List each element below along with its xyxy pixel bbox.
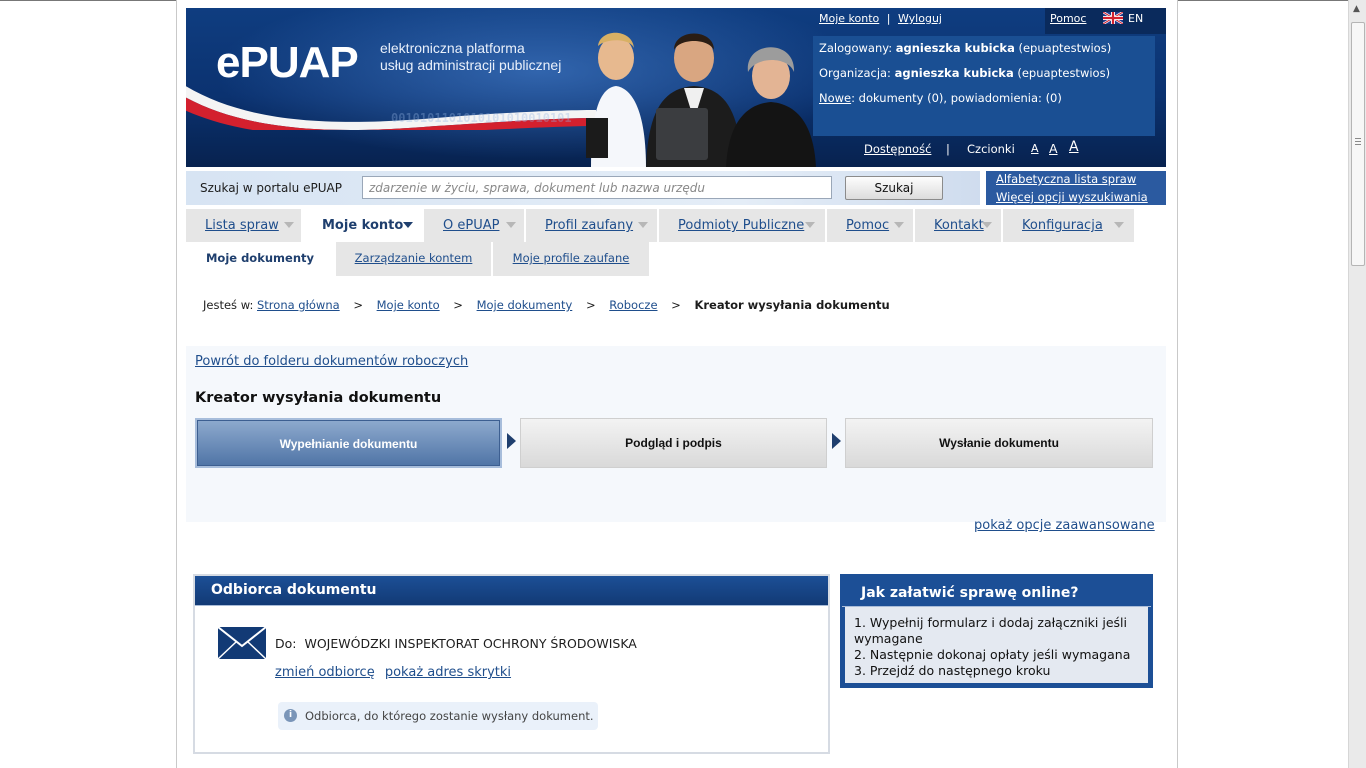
logout-link[interactable]: Wyloguj [898, 12, 942, 25]
recipient-panel: Odbiorca dokumentu Do: WOJEWÓDZKI INSPEK… [193, 574, 830, 754]
new-items-line: Nowe: dokumenty (0), powiadomienia: (0) [819, 91, 1062, 105]
list-item: 3. Przejdź do następnego kroku [854, 663, 1051, 678]
list-item: 2. Następnie dokonaj opłaty jeśli wymaga… [854, 647, 1131, 662]
search-input[interactable] [362, 176, 832, 199]
font-size-large[interactable]: A [1069, 139, 1079, 155]
search-bar: Szukaj w portalu ePUAP Szukaj [186, 171, 980, 205]
subtab-moje-dokumenty[interactable]: Moje dokumenty [186, 242, 336, 276]
breadcrumb-home[interactable]: Strona główna [257, 298, 340, 312]
help-language-box: Pomoc EN [1045, 8, 1166, 34]
logged-user-line: Zalogowany: agnieszka kubicka (epuaptest… [819, 41, 1112, 55]
change-recipient-link[interactable]: zmień odbiorcę [275, 665, 375, 680]
step-preview-sign[interactable]: Podgląd i podpis [520, 418, 827, 468]
font-size-medium[interactable]: A [1049, 141, 1058, 156]
howto-steps: 1. Wypełnij formularz i dodaj załączniki… [854, 615, 1140, 679]
user-panel: Moje konto | Wyloguj Pomoc EN Zalogowany… [813, 8, 1166, 167]
search-label: Szukaj w portalu ePUAP [200, 181, 342, 195]
scrollbar-thumb[interactable] [1351, 22, 1365, 266]
more-search-options-link[interactable]: Więcej opcji wyszukiwania [996, 190, 1148, 204]
recipient-name: WOJEWÓDZKI INSPEKTORAT OCHRONY ŚRODOWISK… [304, 636, 637, 651]
dropdown-arrow-icon [982, 222, 992, 228]
organization-name: agnieszka kubicka [894, 66, 1014, 80]
account-links: Moje konto | Wyloguj [819, 12, 942, 25]
tab-konfiguracja[interactable]: Konfiguracja [1003, 209, 1134, 242]
binary-decoration: 0010101101010101010010101 [391, 111, 572, 125]
recipient-hint: i Odbiorca, do którego zostanie wysłany … [278, 702, 598, 730]
dropdown-arrow-icon [805, 222, 815, 228]
dropdown-arrow-icon [1114, 222, 1124, 228]
search-links: Alfabetyczna lista spraw Więcej opcji wy… [986, 171, 1166, 205]
dropdown-arrow-icon [894, 222, 904, 228]
step-fill-document[interactable]: Wypełnianie dokumentu [195, 418, 502, 468]
breadcrumb-my-account[interactable]: Moje konto [377, 298, 440, 312]
tab-lista-spraw[interactable]: Lista spraw [186, 209, 303, 242]
my-account-link[interactable]: Moje konto [819, 12, 879, 25]
dropdown-arrow-icon [284, 222, 294, 228]
tab-podmioty-publiczne[interactable]: Podmioty Publiczne [659, 209, 827, 242]
tab-profil-zaufany[interactable]: Profil zaufany [526, 209, 659, 242]
people-photo [586, 32, 816, 167]
breadcrumb-current: Kreator wysyłania dokumentu [694, 298, 890, 312]
step-send-document[interactable]: Wysłanie dokumentu [845, 418, 1153, 468]
info-icon: i [284, 709, 297, 722]
font-size-small[interactable]: A [1031, 142, 1039, 155]
breadcrumb-my-documents[interactable]: Moje dokumenty [477, 298, 573, 312]
site-header: ePUAP elektroniczna platforma usług admi… [186, 8, 1166, 167]
breadcrumb: Jesteś w: Strona główna > Moje konto > M… [203, 298, 890, 312]
show-mailbox-address-link[interactable]: pokaż adres skrytki [385, 665, 511, 680]
recipient-actions: zmień odbiorcę pokaż adres skrytki [275, 665, 517, 680]
breadcrumb-drafts[interactable]: Robocze [609, 298, 657, 312]
recipient-panel-title: Odbiorca dokumentu [195, 576, 828, 606]
language-en-link[interactable]: EN [1128, 12, 1143, 25]
new-items-link[interactable]: Nowe [819, 91, 851, 105]
subtab-moje-profile-zaufane[interactable]: Moje profile zaufane [493, 242, 651, 276]
howto-panel-title: Jak załatwić sprawę online? [842, 576, 1151, 607]
subtab-zarzadzanie-kontem[interactable]: Zarządzanie kontem [336, 242, 493, 276]
dropdown-arrow-icon [403, 222, 413, 228]
organization-line: Organizacja: agnieszka kubicka (epuaptes… [819, 66, 1111, 80]
step-arrow-icon [507, 433, 516, 449]
step-arrow-icon [832, 433, 841, 449]
help-link[interactable]: Pomoc [1050, 12, 1086, 25]
search-button[interactable]: Szukaj [845, 176, 943, 200]
vertical-scrollbar[interactable]: ▲ [1348, 0, 1366, 768]
logged-user-name: agnieszka kubicka [895, 41, 1015, 55]
accessibility-link[interactable]: Dostępność [864, 142, 931, 156]
scroll-up-icon[interactable]: ▲ [1353, 4, 1360, 14]
dropdown-arrow-icon [638, 222, 648, 228]
envelope-icon [217, 626, 267, 660]
tab-kontakt[interactable]: Kontakt [915, 209, 1003, 242]
list-item: 1. Wypełnij formularz i dodaj załączniki… [854, 615, 1127, 646]
recipient-line: Do: WOJEWÓDZKI INSPEKTORAT OCHRONY ŚRODO… [275, 636, 637, 651]
back-to-drafts-link[interactable]: Powrót do folderu dokumentów roboczych [195, 354, 468, 369]
advanced-options-link[interactable]: pokaż opcje zaawansowane [974, 518, 1155, 533]
tab-o-epuap[interactable]: O ePUAP [424, 209, 526, 242]
flag-uk-icon[interactable] [1103, 12, 1123, 24]
howto-panel: Jak załatwić sprawę online? 1. Wypełnij … [840, 574, 1153, 688]
alphabetical-list-link[interactable]: Alfabetyczna lista spraw [996, 172, 1136, 186]
tab-pomoc[interactable]: Pomoc [827, 209, 915, 242]
tab-moje-konto[interactable]: Moje konto [303, 209, 424, 242]
dropdown-arrow-icon [506, 222, 516, 228]
epuap-logo[interactable]: ePUAP [216, 38, 359, 88]
fonts-label: Czcionki [967, 142, 1015, 156]
logo-tagline: elektroniczna platforma usług administra… [380, 40, 562, 73]
page-title: Kreator wysyłania dokumentu [195, 390, 442, 406]
